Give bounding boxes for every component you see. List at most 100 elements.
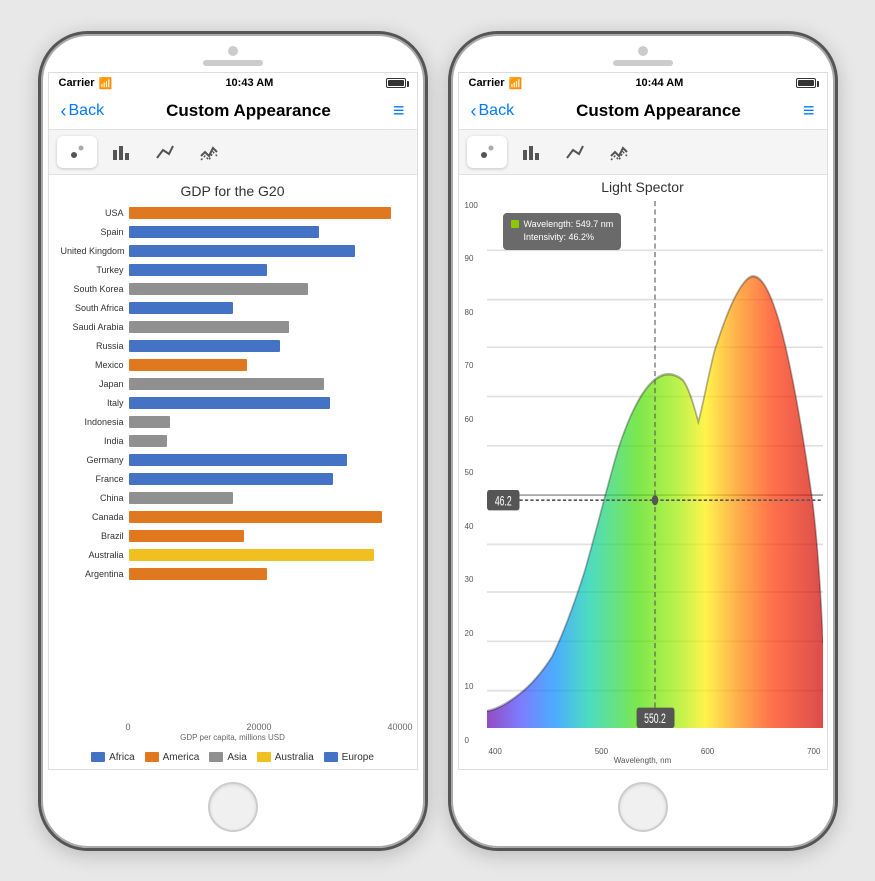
- y-axis-ticks: 0102030405060708090100: [463, 201, 487, 745]
- bar-row: Spain: [61, 224, 405, 240]
- bar-label: South Africa: [61, 303, 129, 313]
- carrier-label: Carrier: [59, 77, 95, 89]
- battery-icon-2: [796, 78, 816, 88]
- line-chart-btn-1[interactable]: [145, 136, 185, 168]
- line-chart-btn-2[interactable]: [189, 136, 229, 168]
- line-chart-icon-2: [199, 142, 219, 162]
- legend-item: Europe: [324, 752, 374, 763]
- phone-2-bottom: [451, 770, 835, 848]
- tooltip-text: Wavelength: 549.7 nm Intensivity: 46.2%: [524, 218, 614, 245]
- bar-row: Australia: [61, 547, 405, 563]
- status-right-2: [796, 78, 816, 88]
- tooltip-color: [511, 220, 519, 228]
- x-axis-label-spectrum: Wavelength, nm: [463, 756, 823, 765]
- bar-label: Germany: [61, 455, 129, 465]
- bar-label: France: [61, 474, 129, 484]
- back-button-1[interactable]: ‹ Back: [61, 101, 105, 122]
- y-tick: 0: [465, 736, 485, 745]
- bar-label: Japan: [61, 379, 129, 389]
- spectrum-area: 0102030405060708090100: [463, 201, 823, 745]
- bar-row: United Kingdom: [61, 243, 405, 259]
- line-chart-btn-3[interactable]: [555, 136, 595, 168]
- menu-icon-2[interactable]: ≡: [803, 100, 815, 123]
- scatter-chart-btn-2[interactable]: [467, 136, 507, 168]
- bar: [129, 359, 248, 371]
- bar-row: China: [61, 490, 405, 506]
- back-chevron-icon: ‹: [61, 101, 67, 122]
- time-label: 10:43 AM: [225, 77, 273, 89]
- bar-track: [129, 340, 405, 352]
- bar-label: USA: [61, 208, 129, 218]
- svg-text:550.2: 550.2: [644, 712, 666, 726]
- home-button-2[interactable]: [618, 782, 668, 832]
- nav-bar-1: ‹ Back Custom Appearance ≡: [49, 94, 417, 130]
- y-tick: 80: [465, 308, 485, 317]
- legend-item: Asia: [209, 752, 246, 763]
- tooltip-wavelength: Wavelength: 549.7 nm: [524, 218, 614, 232]
- status-right: [386, 78, 406, 88]
- status-bar-1: Carrier 📶 10:43 AM: [49, 73, 417, 94]
- bar-chart-btn-2[interactable]: [511, 136, 551, 168]
- spectrum-svg: 46.2 550.2 Intensivity, %: [487, 201, 823, 745]
- bar-track: [129, 283, 405, 295]
- nav-bar-2: ‹ Back Custom Appearance ≡: [459, 94, 827, 130]
- back-button-2[interactable]: ‹ Back: [471, 101, 515, 122]
- speaker-2: [613, 60, 673, 66]
- bar-label: Brazil: [61, 531, 129, 541]
- bar-track: [129, 226, 405, 238]
- bar-row: South Korea: [61, 281, 405, 297]
- menu-icon-1[interactable]: ≡: [393, 100, 405, 123]
- y-tick: 10: [465, 682, 485, 691]
- power-btn[interactable]: [426, 194, 428, 254]
- volume-down-btn[interactable]: [38, 219, 40, 254]
- bar-row: Turkey: [61, 262, 405, 278]
- tooltip-box: Wavelength: 549.7 nm Intensivity: 46.2%: [503, 213, 622, 250]
- front-camera: [228, 46, 238, 56]
- x-tick: 500: [595, 747, 608, 756]
- home-button-1[interactable]: [208, 782, 258, 832]
- scatter-chart-btn[interactable]: [57, 136, 97, 168]
- volume-up-btn-2[interactable]: [448, 174, 450, 209]
- bar-label: United Kingdom: [61, 246, 129, 256]
- bar-chart-btn[interactable]: [101, 136, 141, 168]
- power-btn-2[interactable]: [836, 194, 838, 254]
- y-tick: 40: [465, 522, 485, 531]
- bar-label: China: [61, 493, 129, 503]
- y-tick: 20: [465, 629, 485, 638]
- legend-swatch: [324, 752, 338, 762]
- phone-1-bottom: [41, 770, 425, 848]
- bar-row: France: [61, 471, 405, 487]
- bar: [129, 473, 333, 485]
- bar-label: Argentina: [61, 569, 129, 579]
- nav-title-2: Custom Appearance: [576, 101, 741, 121]
- bar-label: Turkey: [61, 265, 129, 275]
- x-tick: 700: [807, 747, 820, 756]
- bar-row: India: [61, 433, 405, 449]
- y-tick: 50: [465, 468, 485, 477]
- bar-track: [129, 568, 405, 580]
- legend-label: Australia: [275, 752, 314, 763]
- bar: [129, 549, 375, 561]
- time-label-2: 10:44 AM: [635, 77, 683, 89]
- chart-title-1: GDP for the G20: [53, 183, 413, 199]
- volume-down-btn-2[interactable]: [448, 219, 450, 254]
- bar-track: [129, 207, 405, 219]
- y-tick: 60: [465, 415, 485, 424]
- bar-row: Argentina: [61, 566, 405, 582]
- bar-track: [129, 378, 405, 390]
- line-chart-btn-4[interactable]: [599, 136, 639, 168]
- bar-track: [129, 511, 405, 523]
- x-axis: 02000040000: [53, 722, 413, 732]
- phone-2: Carrier 📶 10:44 AM ‹ Back Custom Appeara…: [448, 31, 838, 851]
- chart-title-2: Light Spector: [463, 179, 823, 195]
- bar: [129, 530, 245, 542]
- bar-track: [129, 530, 405, 542]
- legend-swatch: [257, 752, 271, 762]
- bar-row: Indonesia: [61, 414, 405, 430]
- legend-label: Asia: [227, 752, 246, 763]
- volume-up-btn[interactable]: [38, 174, 40, 209]
- bar-chart-icon-2: [521, 142, 541, 162]
- bar: [129, 492, 234, 504]
- bar: [129, 454, 347, 466]
- phone-2-screen: Carrier 📶 10:44 AM ‹ Back Custom Appeara…: [458, 72, 828, 770]
